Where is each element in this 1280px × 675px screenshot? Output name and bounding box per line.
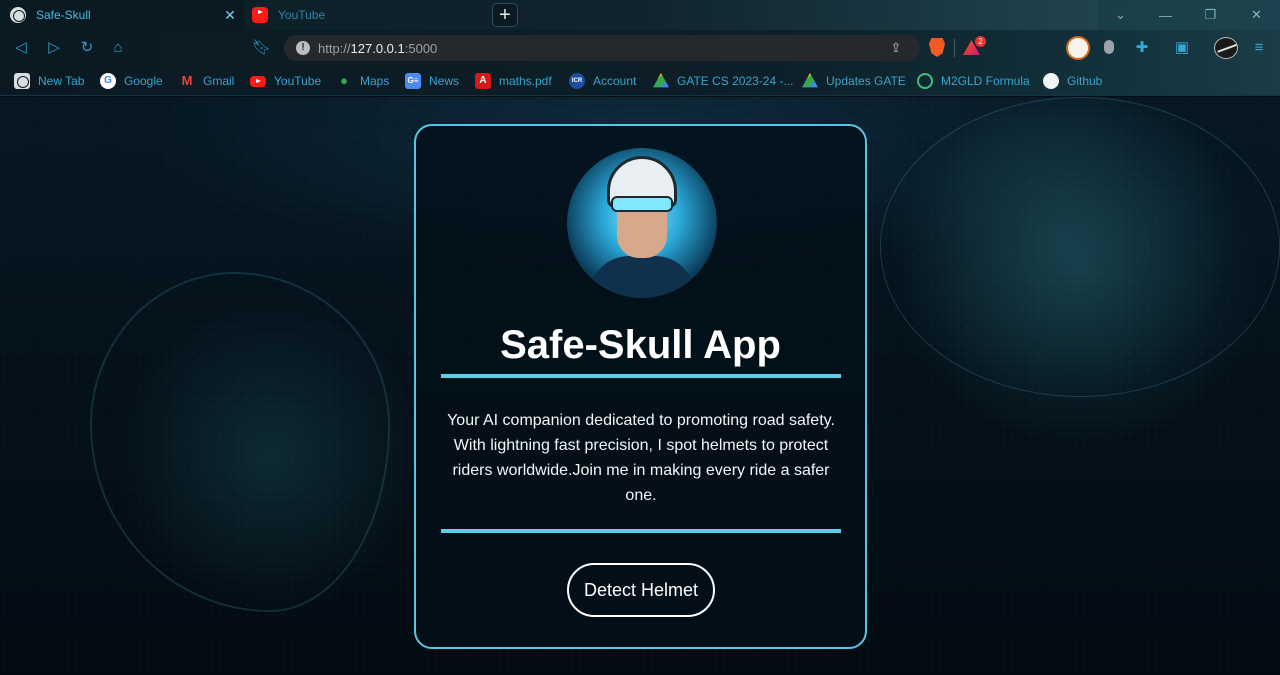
tab-safe-skull[interactable]: Safe-Skull ✕ xyxy=(0,0,244,30)
drive-icon xyxy=(802,73,818,88)
tab-strip: Safe-Skull ✕ YouTube + ⌄ — ❐ ✕ xyxy=(0,0,1280,30)
divider-bottom xyxy=(441,529,841,533)
app-card: Safe-Skull App Your AI companion dedicat… xyxy=(414,124,867,649)
share-icon[interactable]: ⇪ xyxy=(888,40,904,56)
bookmarks-bar: New Tab G Google M Gmail YouTube ● Maps … xyxy=(0,66,1280,96)
home-icon[interactable]: ⌂ xyxy=(109,39,127,57)
site-info-icon[interactable]: ! xyxy=(296,41,310,55)
browser-toolbar: ◁ ▷ ↻ ⌂ 🔖︎ ! http://127.0.0.1:5000 ⇪ 2 ✚… xyxy=(0,30,1280,66)
bookmark-google[interactable]: G Google xyxy=(100,72,163,90)
bookmark-maps[interactable]: ● Maps xyxy=(336,72,389,90)
forward-icon[interactable]: ▷ xyxy=(45,39,63,57)
tab-title: Safe-Skull xyxy=(36,8,91,22)
bookmark-new-tab[interactable]: New Tab xyxy=(14,72,84,90)
youtube-icon xyxy=(250,73,266,89)
page-content: Safe-Skull App Your AI companion dedicat… xyxy=(0,97,1280,675)
bookmark-icon[interactable]: 🔖︎ xyxy=(252,39,271,57)
new-tab-button[interactable]: + xyxy=(492,3,518,27)
icr-icon: ICR xyxy=(569,73,585,89)
tab-title: YouTube xyxy=(278,8,326,22)
bookmark-gate-cs[interactable]: GATE CS 2023-24 -... xyxy=(653,72,794,90)
wallet-icon[interactable]: ▣ xyxy=(1173,39,1191,57)
brave-shields-icon[interactable] xyxy=(929,38,945,57)
app-description: Your AI companion dedicated to promoting… xyxy=(447,412,835,504)
bookmark-updates-gate[interactable]: Updates GATE xyxy=(802,72,906,90)
restore-button[interactable]: ❐ xyxy=(1188,0,1233,30)
bookmark-news[interactable]: G≡ News xyxy=(405,72,459,90)
m2gld-icon xyxy=(917,73,933,89)
detect-helmet-button[interactable]: Detect Helmet xyxy=(567,563,715,617)
youtube-icon xyxy=(252,7,268,23)
page-title: Safe-Skull App xyxy=(500,323,781,367)
background-head-outline xyxy=(90,272,390,612)
bookmark-github[interactable]: Github xyxy=(1043,72,1102,90)
mouse-extension-icon[interactable] xyxy=(1104,40,1114,54)
close-icon[interactable]: ✕ xyxy=(222,7,238,23)
close-window-button[interactable]: ✕ xyxy=(1233,0,1280,30)
divider-top xyxy=(441,374,841,378)
bookmark-youtube[interactable]: YouTube xyxy=(250,72,321,90)
toolbar-divider xyxy=(954,39,955,57)
gmail-icon: M xyxy=(181,73,193,88)
drive-icon xyxy=(653,73,669,88)
maps-icon: ● xyxy=(340,73,348,88)
rewards-badge: 2 xyxy=(975,36,986,47)
globe-icon xyxy=(10,7,26,23)
bookmark-m2gld-formula[interactable]: M2GLD Formula xyxy=(917,72,1030,90)
url-text[interactable]: http://127.0.0.1:5000 xyxy=(318,41,437,56)
menu-icon[interactable]: ≡ xyxy=(1250,39,1268,57)
google-icon: G xyxy=(100,73,116,89)
chat-extension-icon[interactable] xyxy=(1066,36,1090,60)
extensions-puzzle-icon[interactable]: ✚ xyxy=(1133,39,1151,57)
background-globe xyxy=(880,97,1280,397)
bookmark-maths-pdf[interactable]: A maths.pdf xyxy=(475,72,552,90)
tab-search-dropdown-icon[interactable]: ⌄ xyxy=(1098,0,1143,30)
news-icon: G≡ xyxy=(405,73,421,89)
minimize-button[interactable]: — xyxy=(1143,0,1188,30)
avatar xyxy=(567,148,717,298)
back-icon[interactable]: ◁ xyxy=(12,39,30,57)
bookmark-gmail[interactable]: M Gmail xyxy=(179,72,235,90)
github-icon xyxy=(1043,73,1059,89)
pdf-icon: A xyxy=(475,73,491,89)
address-bar[interactable]: ! http://127.0.0.1:5000 ⇪ xyxy=(284,35,920,61)
globe-icon xyxy=(14,73,30,89)
reload-icon[interactable]: ↻ xyxy=(78,39,96,57)
tab-youtube[interactable]: YouTube xyxy=(248,0,484,30)
profile-avatar[interactable] xyxy=(1214,37,1238,59)
bookmark-account[interactable]: ICR Account xyxy=(569,72,636,90)
